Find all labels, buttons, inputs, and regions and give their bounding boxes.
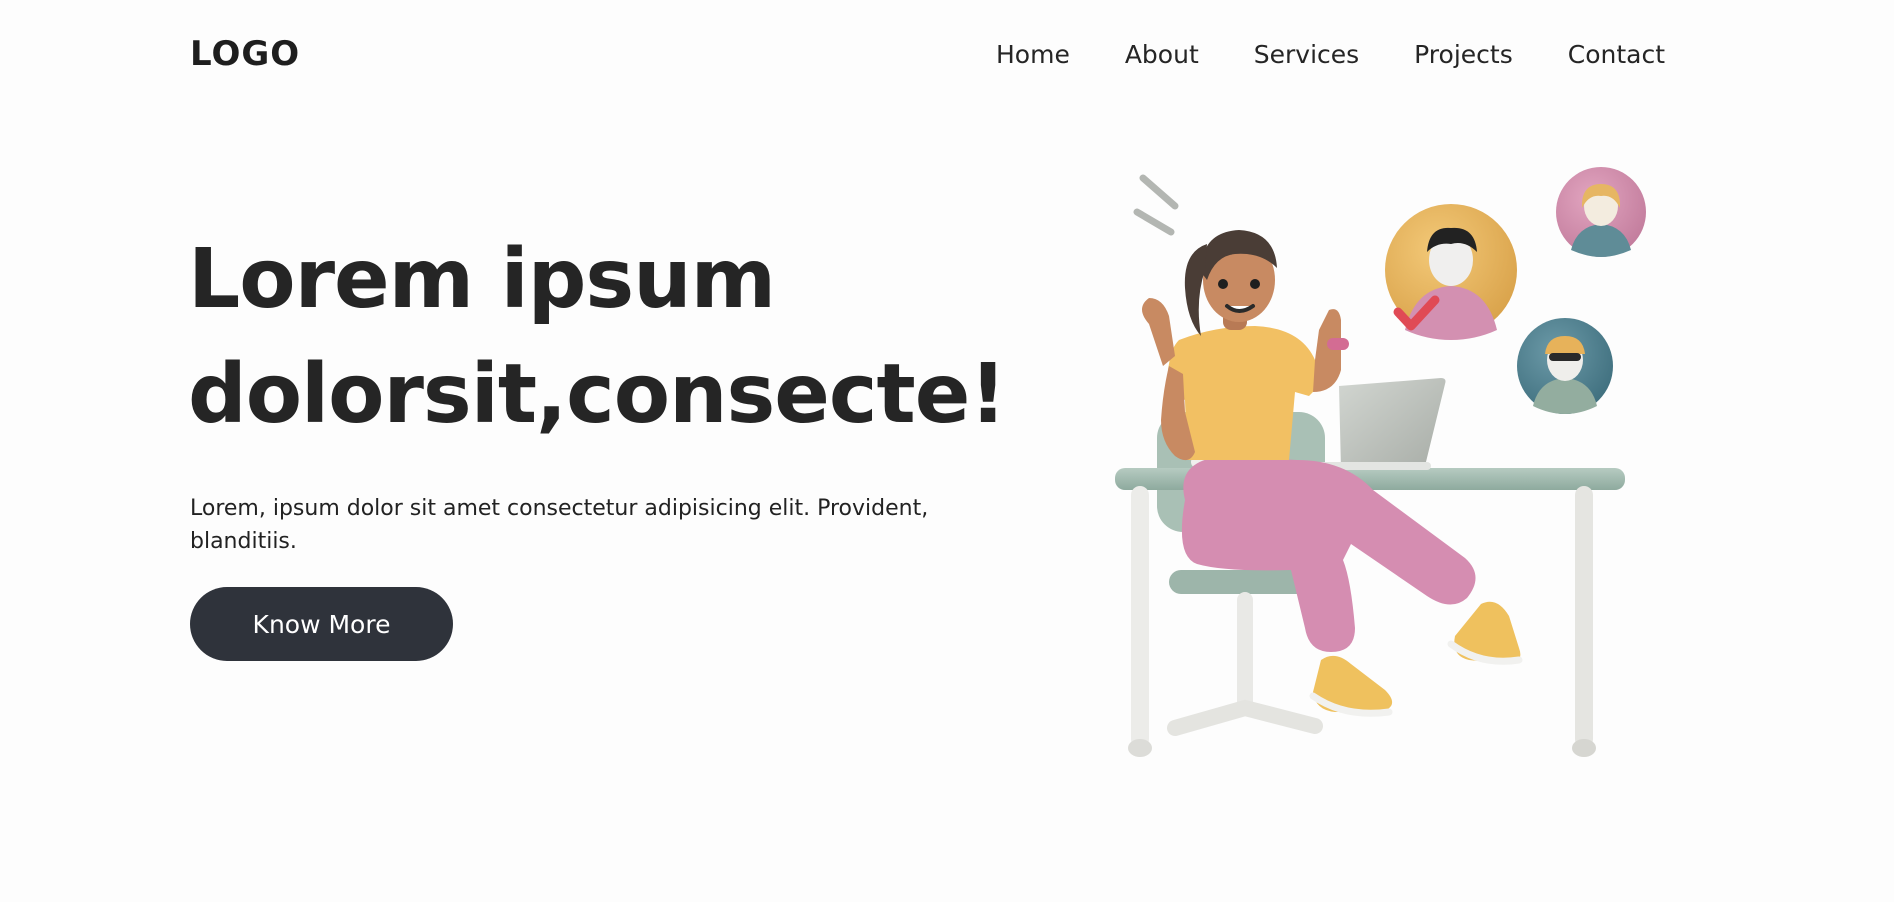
nav-home[interactable]: Home — [996, 40, 1070, 69]
nav-contact[interactable]: Contact — [1568, 40, 1665, 69]
logo[interactable]: LOGO — [190, 34, 300, 74]
hero-title-line-1: Lorem ipsum — [188, 232, 776, 327]
nav-about[interactable]: About — [1125, 40, 1199, 69]
know-more-button[interactable]: Know More — [190, 587, 453, 661]
hero-title-line-2: dolorsit,consecte! — [188, 347, 1007, 442]
sparkle-lines-icon — [1133, 174, 1179, 236]
hero-title: Lorem ipsum dolorsit,consecte! — [188, 222, 1007, 452]
nav-projects[interactable]: Projects — [1414, 40, 1513, 69]
nav-services[interactable]: Services — [1254, 40, 1359, 69]
main-nav: Home About Services Projects Contact — [996, 40, 1665, 69]
avatar-selected-icon — [1385, 204, 1517, 340]
hero-description: Lorem, ipsum dolor sit amet consectetur … — [190, 496, 929, 554]
avatar-pink-icon — [1556, 167, 1646, 257]
landing-page: LOGO Home About Services Projects Contac… — [0, 0, 1894, 902]
avatar-teal-icon — [1517, 318, 1613, 414]
woman-at-desk-illustration — [1115, 167, 1646, 757]
